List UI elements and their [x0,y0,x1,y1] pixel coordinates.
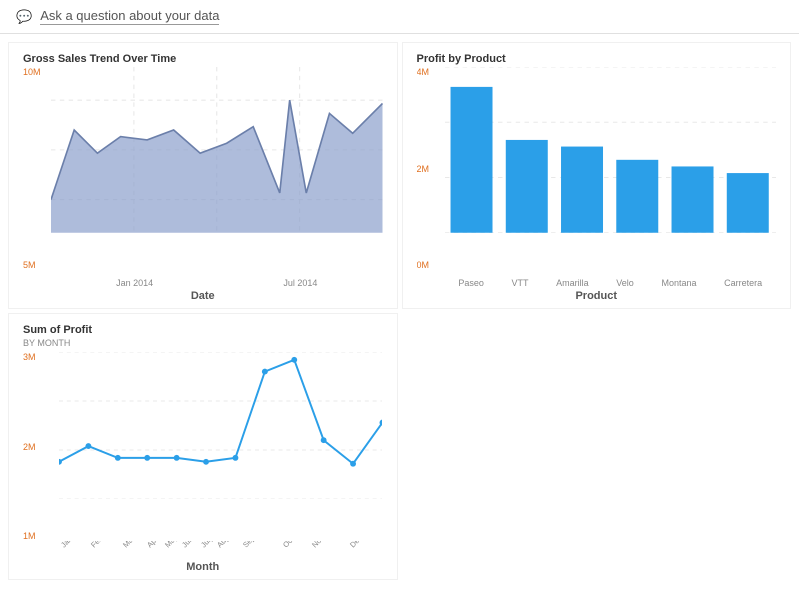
line-y-bot: 1M [23,531,36,541]
sum-profit-title: Sum of Profit [23,324,383,336]
sum-profit-subtitle: BY MONTH [23,338,383,348]
month-may: May [163,541,179,549]
sum-profit-x-label: Month [23,561,383,573]
gross-sales-x-axis: Jan 2014 Jul 2014 [51,278,383,288]
ask-question-link[interactable]: Ask a question about your data [40,8,219,25]
gross-sales-title: Gross Sales Trend Over Time [23,53,383,65]
gross-sales-x-label: Date [23,290,383,302]
top-bar: 💬 Ask a question about your data [0,0,799,34]
dashboard: Gross Sales Trend Over Time 10M 5M [0,34,799,588]
gross-sales-chart-area: 10M 5M [23,67,383,288]
bar-x-velo: Velo [616,278,634,288]
bar-y-mid: 2M [417,164,430,174]
area-chart-container: 10M 5M [23,67,383,288]
bar-x-carretera: Carretera [724,278,762,288]
month-apr: April [145,541,162,549]
empty-panel [402,313,792,580]
month-oct: October [281,541,306,549]
y-label-bottom: 5M [23,260,41,270]
bar-x-vtt: VTT [511,278,528,288]
month-jan: January [59,541,84,549]
month-nov: November [310,541,341,549]
line-y-top: 3M [23,352,36,362]
bar-chart-container: 4M 2M 0M [417,67,777,288]
sum-profit-chart-area: 3M 2M 1M [23,352,383,559]
gross-sales-y-axis: 10M 5M [23,67,41,288]
bar-y-bot: 0M [417,260,430,270]
bar-y-top: 4M [417,67,430,77]
profit-product-chart-area: 4M 2M 0M [417,67,777,288]
bar-x-montana: Montana [661,278,696,288]
line-y-mid: 2M [23,442,36,452]
sum-profit-x-axis: January February March April May June Ju… [59,541,383,559]
month-dec: December [348,541,379,549]
bar-x-amarilla: Amarilla [556,278,589,288]
profit-product-svg [445,67,777,233]
profit-product-panel: Profit by Product 4M 2M 0M [402,42,792,309]
profit-product-x-labels: Paseo VTT Amarilla Velo Montana Carreter… [445,278,777,288]
bar-x-paseo: Paseo [458,278,484,288]
gross-sales-panel: Gross Sales Trend Over Time 10M 5M [8,42,398,309]
month-feb: February [89,541,117,549]
sum-profit-panel: Sum of Profit BY MONTH 3M 2M 1M [8,313,398,580]
month-aug: August [215,541,238,549]
profit-product-y-axis: 4M 2M 0M [417,67,430,270]
gross-sales-svg [51,67,383,233]
y-label-top: 10M [23,67,41,77]
month-mar: March [121,541,142,549]
line-chart-container: 3M 2M 1M [23,352,383,559]
x-label-jul: Jul 2014 [283,278,317,288]
month-jul: July [199,541,215,549]
sum-profit-y-axis: 3M 2M 1M [23,352,36,541]
profit-product-x-label: Product [417,290,777,302]
month-sep: September [241,541,273,549]
month-jun: June [180,541,198,549]
profit-product-title: Profit by Product [417,53,777,65]
x-label-jan: Jan 2014 [116,278,153,288]
sum-profit-svg [59,352,382,499]
chat-icon: 💬 [16,9,32,25]
